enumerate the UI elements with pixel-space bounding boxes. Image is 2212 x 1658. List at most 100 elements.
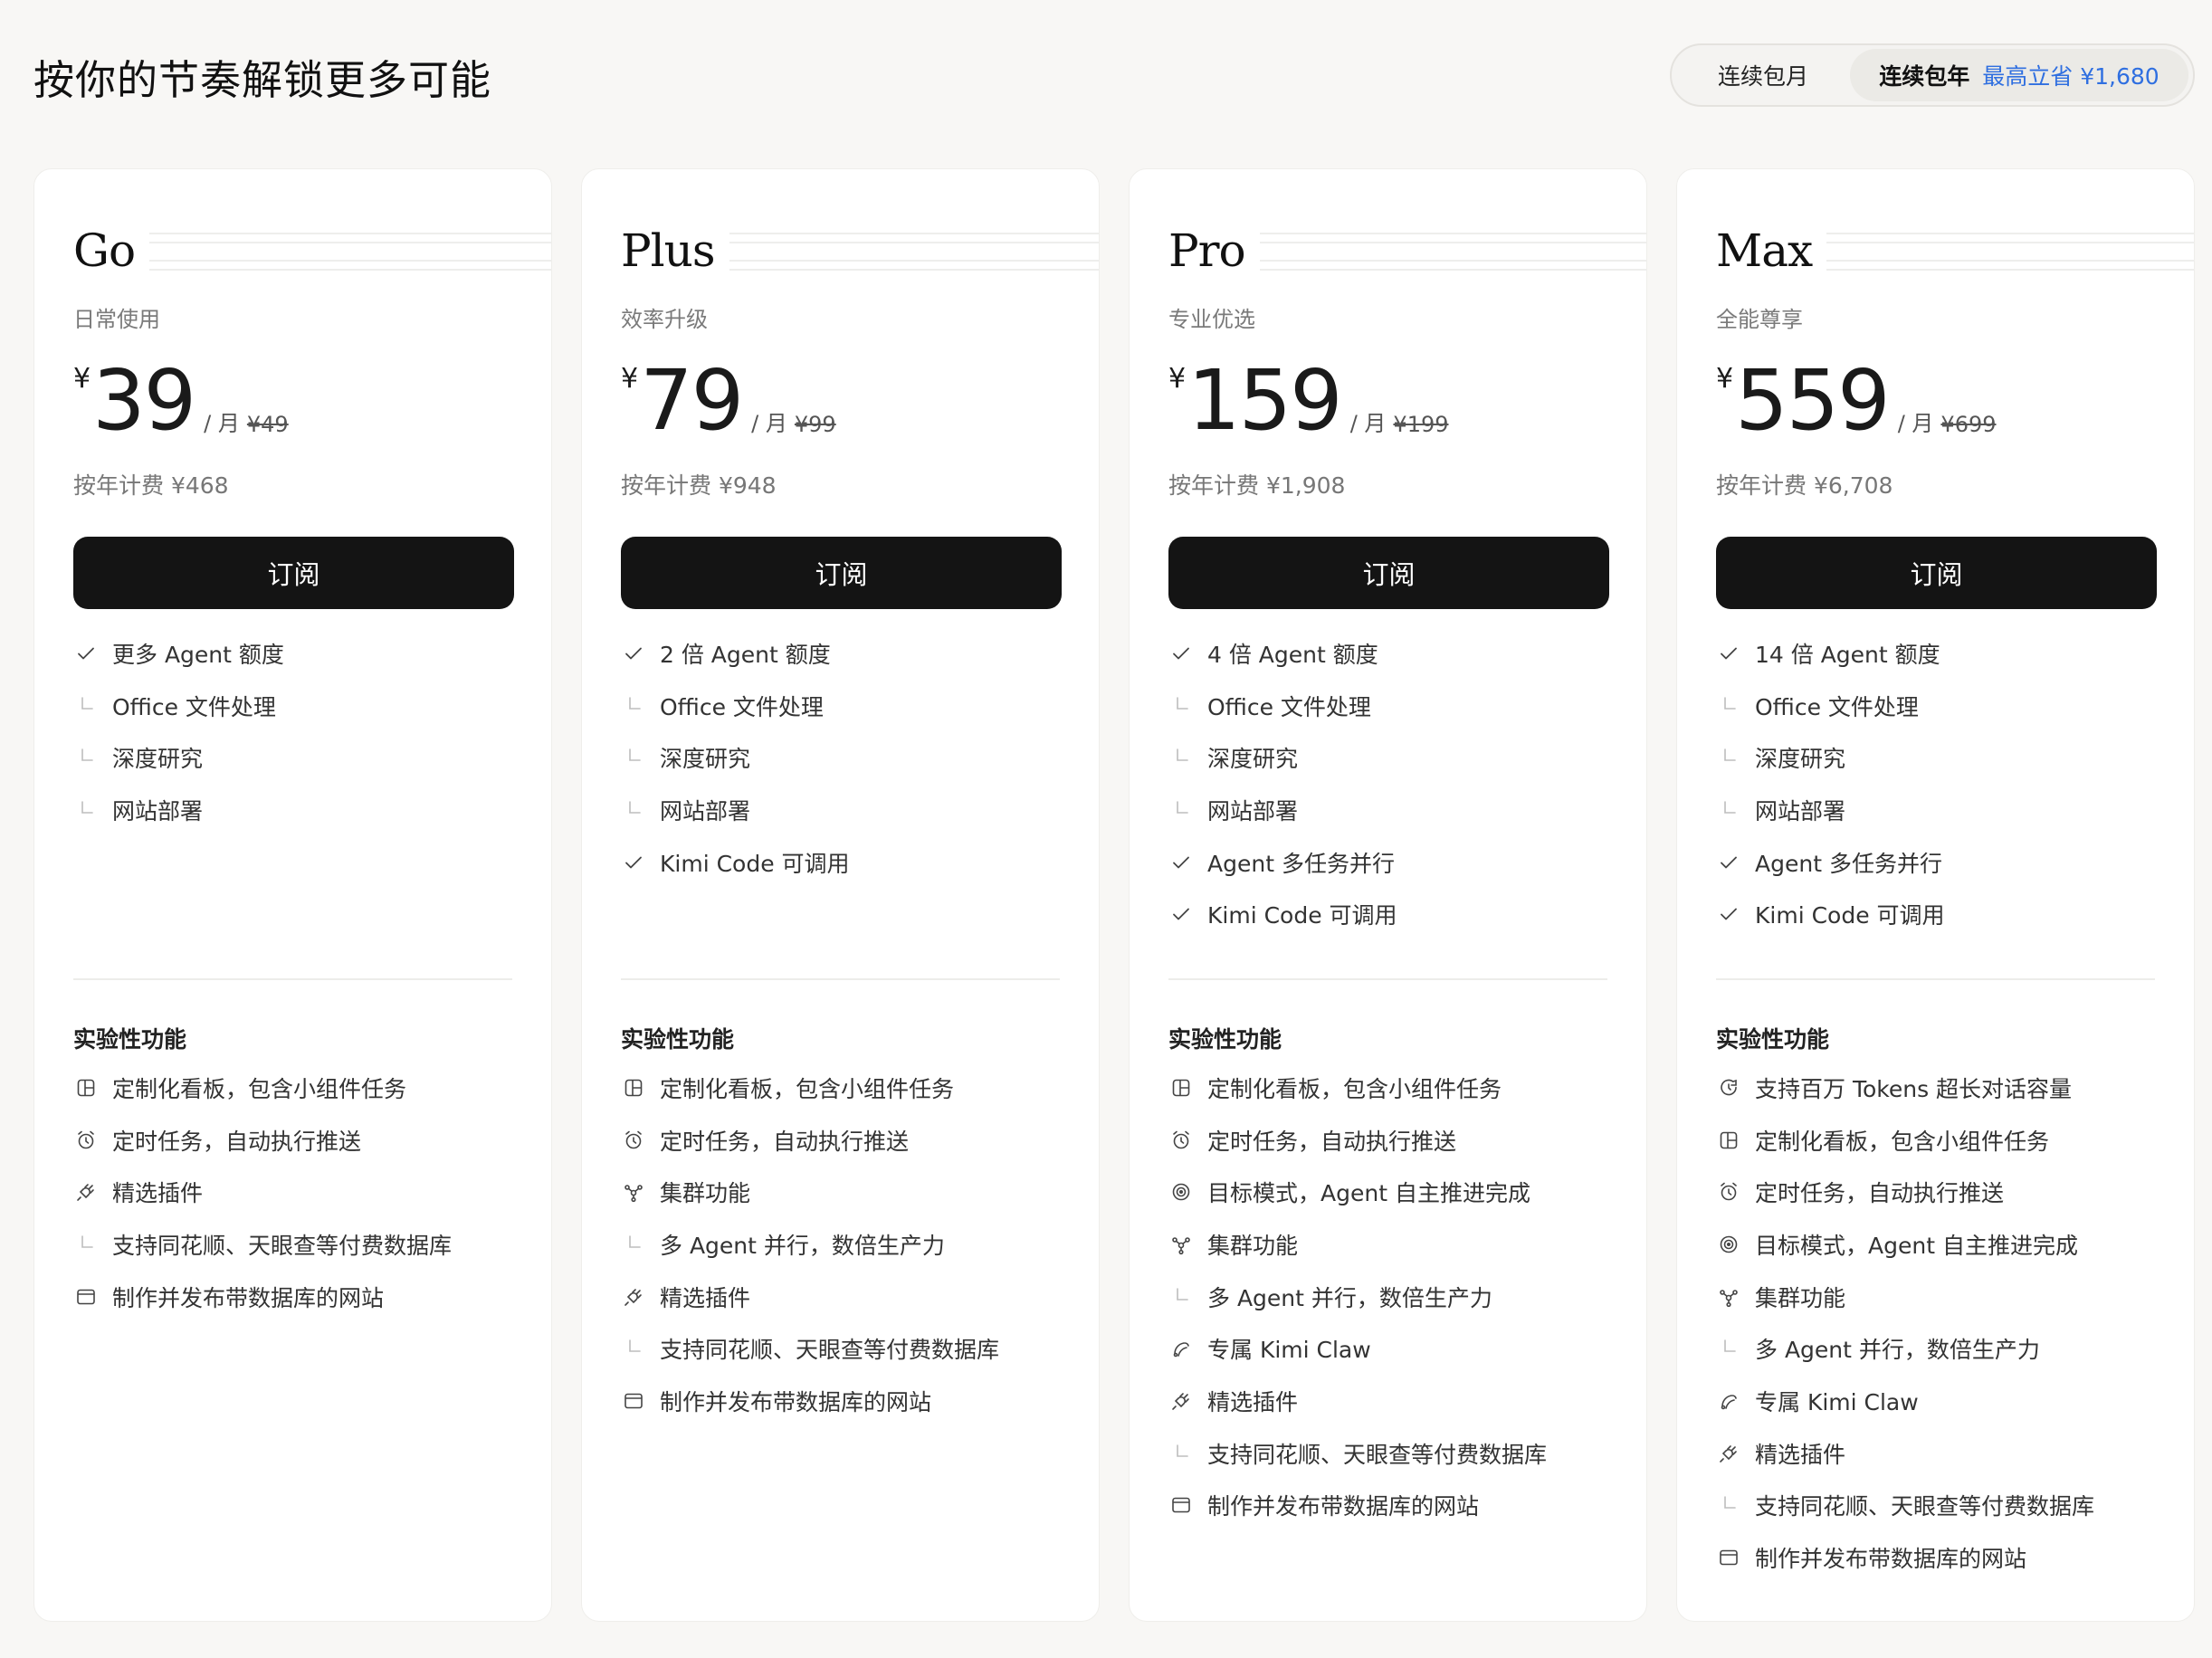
plan-tagline: 全能尊享 — [1716, 307, 1803, 332]
dashboard-icon — [1716, 1128, 1741, 1153]
feature-text: 14 倍 Agent 额度 — [1755, 641, 1940, 668]
experimental-feature-item: 定制化看板，包含小组件任务 — [1716, 1114, 2178, 1167]
experimental-feature-item: 定制化看板，包含小组件任务 — [621, 1062, 1082, 1114]
currency-symbol: ¥ — [1716, 363, 1734, 395]
check-icon — [1168, 901, 1194, 927]
feature-text: 目标模式，Agent 自主推进完成 — [1207, 1180, 1530, 1207]
plan-name: Max — [1716, 225, 1827, 276]
sub-item-icon — [621, 693, 646, 719]
plan-card-pro: Pro 专业优选 ¥159/ 月 ¥199 按年计费 ¥1,908 订阅 4 倍 Agent… — [1129, 168, 1647, 1622]
subscribe-button[interactable]: 订阅 — [1716, 537, 2157, 609]
feature-item: 深度研究 — [1716, 731, 2160, 784]
experimental-feature-item: 定制化看板，包含小组件任务 — [1168, 1062, 1630, 1114]
experimental-feature-item: 定制化看板，包含小组件任务 — [73, 1062, 535, 1114]
feature-text: Agent 多任务并行 — [1207, 850, 1395, 877]
price-amount: 39 — [92, 352, 196, 449]
feature-item: Office 文件处理 — [1168, 680, 1612, 732]
feature-text: 4 倍 Agent 额度 — [1207, 641, 1378, 668]
feature-text: 目标模式，Agent 自主推进完成 — [1755, 1232, 2078, 1259]
pricing-page: 按你的节奏解锁更多可能 连续包月 连续包年 最高立省 ¥1,680 Go 日常使用… — [0, 0, 2212, 1658]
feature-text: 专属 Kimi Claw — [1207, 1337, 1371, 1364]
experimental-feature-item: 支持百万 Tokens 超长对话容量 — [1716, 1062, 2178, 1114]
cluster-icon — [1168, 1232, 1194, 1257]
sub-item-icon — [1716, 1492, 1741, 1518]
subscribe-button[interactable]: 订阅 — [73, 537, 514, 609]
experimental-feature-item: 定时任务，自动执行推送 — [1168, 1114, 1630, 1167]
feature-text: 深度研究 — [1755, 746, 1846, 773]
target-icon — [1168, 1179, 1194, 1205]
feature-item: 网站部署 — [73, 784, 517, 836]
currency-symbol: ¥ — [73, 363, 91, 395]
check-icon — [621, 850, 646, 875]
experimental-feature-item: 支持同花顺、天眼查等付费数据库 — [1168, 1427, 1630, 1480]
experimental-feature-item: 多 Agent 并行，数倍生产力 — [1716, 1322, 2178, 1375]
sub-item-icon — [1716, 797, 1741, 823]
plugin-icon — [621, 1284, 646, 1310]
toggle-monthly-option[interactable]: 连续包月 — [1676, 49, 1850, 101]
sub-item-icon — [1168, 1284, 1194, 1310]
sub-item-icon — [73, 745, 99, 770]
experimental-feature-item: 精选插件 — [1168, 1375, 1630, 1427]
feature-text: 支持同花顺、天眼查等付费数据库 — [660, 1337, 1000, 1364]
sub-item-icon — [1168, 1441, 1194, 1466]
plan-name-row: Max — [1716, 225, 2194, 276]
section-divider — [73, 978, 512, 980]
feature-item: Office 文件处理 — [73, 680, 517, 732]
cluster-icon — [1716, 1284, 1741, 1310]
plugin-icon — [1716, 1441, 1741, 1466]
feature-text: Office 文件处理 — [1755, 693, 1919, 720]
plan-name-row: Plus — [621, 225, 1099, 276]
dashboard-icon — [73, 1075, 99, 1101]
feature-item: 网站部署 — [621, 784, 1064, 836]
chat-capacity-icon — [1716, 1075, 1741, 1101]
experimental-feature-item: 精选插件 — [73, 1166, 535, 1218]
feature-text: 支持同花顺、天眼查等付费数据库 — [112, 1232, 453, 1259]
original-price: ¥699 — [1940, 412, 1997, 437]
feature-text: 深度研究 — [660, 746, 751, 773]
yearly-billing-total: 按年计费 ¥1,908 — [1168, 472, 1346, 499]
price: ¥79/ 月 ¥99 — [621, 359, 836, 443]
billing-period-toggle[interactable]: 连续包月 连续包年 最高立省 ¥1,680 — [1670, 43, 2195, 107]
experimental-feature-item: 制作并发布带数据库的网站 — [621, 1375, 1082, 1427]
plan-tagline: 专业优选 — [1168, 307, 1255, 332]
experimental-feature-item: 制作并发布带数据库的网站 — [1168, 1480, 1630, 1532]
experimental-feature-item: 精选插件 — [621, 1271, 1082, 1323]
experimental-feature-item: 集群功能 — [1168, 1218, 1630, 1271]
subscribe-button[interactable]: 订阅 — [1168, 537, 1609, 609]
feature-text: 定时任务，自动执行推送 — [112, 1128, 362, 1155]
feature-text: 制作并发布带数据库的网站 — [112, 1284, 385, 1311]
experimental-feature-list: 支持百万 Tokens 超长对话容量定制化看板，包含小组件任务定时任务，自动执行… — [1716, 1062, 2178, 1584]
feature-item: Office 文件处理 — [1716, 680, 2160, 732]
subscribe-button[interactable]: 订阅 — [621, 537, 1062, 609]
feature-text: 网站部署 — [1755, 797, 1846, 824]
original-price: ¥49 — [246, 412, 289, 437]
feature-text: Kimi Code 可调用 — [1755, 902, 1945, 929]
price-amount: 79 — [640, 352, 744, 449]
check-icon — [1716, 901, 1741, 927]
browser-window-icon — [1168, 1492, 1194, 1518]
original-price: ¥199 — [1393, 412, 1449, 437]
feature-item: Office 文件处理 — [621, 680, 1064, 732]
toggle-yearly-option[interactable]: 连续包年 最高立省 ¥1,680 — [1850, 49, 2188, 101]
feature-item: 2 倍 Agent 额度 — [621, 627, 1064, 680]
experimental-feature-item: 支持同花顺、天眼查等付费数据库 — [73, 1218, 535, 1271]
experimental-feature-item: 定时任务，自动执行推送 — [621, 1114, 1082, 1167]
experimental-feature-item: 制作并发布带数据库的网站 — [73, 1271, 535, 1323]
feature-text: 多 Agent 并行，数倍生产力 — [660, 1232, 945, 1259]
cluster-icon — [621, 1179, 646, 1205]
experimental-feature-item: 定时任务，自动执行推送 — [1716, 1166, 2178, 1218]
feature-text: 集群功能 — [1755, 1284, 1846, 1311]
sub-item-icon — [1168, 745, 1194, 770]
sub-item-icon — [621, 1336, 646, 1361]
price-amount: 159 — [1187, 352, 1343, 449]
feature-item: 深度研究 — [621, 731, 1064, 784]
section-divider — [1716, 978, 2155, 980]
experimental-feature-item: 专属 Kimi Claw — [1716, 1375, 2178, 1427]
sub-item-icon — [1716, 1336, 1741, 1361]
check-icon — [1716, 641, 1741, 666]
feature-list: 2 倍 Agent 额度 Office 文件处理 深度研究 网站部署 Kimi Code… — [621, 627, 1064, 888]
feature-text: 定制化看板，包含小组件任务 — [1755, 1128, 2050, 1155]
target-icon — [1716, 1232, 1741, 1257]
sub-item-icon — [73, 797, 99, 823]
experimental-features-title: 实验性功能 — [621, 1026, 735, 1053]
